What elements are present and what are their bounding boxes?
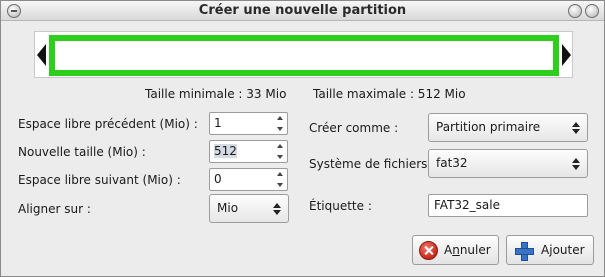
add-button[interactable]: Ajouter [506, 235, 594, 265]
window-title: Créer une nouvelle partition [198, 3, 407, 18]
create-as-value: Partition primaire [436, 120, 541, 134]
resize-right-handle-icon[interactable] [562, 44, 571, 66]
add-icon [515, 242, 534, 261]
create-as-combobox[interactable]: Partition primaire [428, 113, 588, 142]
minimize-button[interactable] [568, 4, 582, 18]
free-before-spinbox[interactable]: 1 [209, 112, 288, 135]
align-combobox[interactable]: Mio [209, 194, 289, 223]
spin-arrows-icon[interactable] [276, 116, 284, 131]
volume-label-input[interactable]: FAT32_sale [428, 194, 588, 217]
cancel-button-label: Annuler [444, 243, 491, 257]
align-value: Mio [217, 201, 239, 215]
spin-arrows-icon[interactable] [276, 144, 284, 159]
create-as-label: Créer comme : [309, 121, 399, 135]
new-size-spinbox[interactable]: 512 [209, 140, 288, 163]
filesystem-combobox[interactable]: fat32 [428, 149, 588, 178]
combo-arrows-icon [273, 203, 281, 215]
close-button[interactable] [585, 4, 599, 18]
add-button-label: Ajouter [541, 243, 585, 257]
cancel-icon [419, 241, 438, 260]
align-label: Aligner sur : [18, 202, 91, 216]
free-after-value[interactable]: 0 [214, 172, 222, 186]
new-size-label: Nouvelle taille (Mio) : [18, 145, 146, 159]
partition-bar[interactable] [49, 35, 559, 76]
dialog-window: Créer une nouvelle partition Taille mini… [0, 0, 605, 277]
new-size-value[interactable]: 512 [214, 144, 237, 158]
free-after-label: Espace libre suivant (Mio) : [18, 173, 181, 187]
filesystem-label: Système de fichiers : [309, 157, 436, 171]
title-bar: Créer une nouvelle partition [1, 1, 604, 21]
resize-left-handle-icon[interactable] [37, 44, 46, 66]
free-after-spinbox[interactable]: 0 [209, 168, 288, 191]
free-before-label: Espace libre précédent (Mio) : [18, 117, 198, 131]
spin-arrows-icon[interactable] [276, 172, 284, 187]
filesystem-value: fat32 [436, 156, 468, 170]
cancel-button[interactable]: Annuler [412, 235, 499, 265]
volume-label-label: Étiquette : [309, 199, 372, 213]
combo-arrows-icon [572, 158, 580, 170]
combo-arrows-icon [572, 122, 580, 134]
min-size-label: Taille minimale : 33 Mio [145, 87, 287, 101]
max-size-label: Taille maximale : 512 Mio [313, 87, 466, 101]
free-before-value[interactable]: 1 [214, 116, 222, 130]
partition-resizer[interactable] [34, 31, 573, 78]
volume-label-value[interactable]: FAT32_sale [434, 198, 500, 212]
